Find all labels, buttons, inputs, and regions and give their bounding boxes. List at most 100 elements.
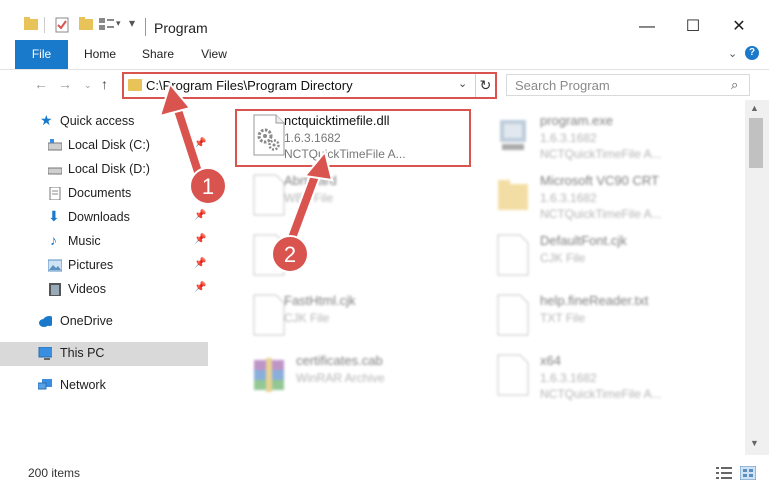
folder-icon — [24, 17, 38, 30]
tab-view[interactable]: View — [196, 40, 232, 69]
sidebar-item-local-disk-c[interactable]: Local Disk (C:) 📌 — [0, 134, 210, 158]
drive-icon — [48, 139, 62, 151]
pin-icon: 📌 — [194, 258, 207, 269]
close-button[interactable]: ✕ — [716, 14, 762, 40]
search-placeholder: Search Program — [515, 78, 610, 93]
star-icon: ★ — [40, 112, 53, 128]
blank-file-icon — [253, 234, 285, 276]
file-tile-program-exe[interactable]: program.exe 1.6.3.1682 NCTQuickTimeFile … — [482, 106, 742, 166]
pictures-icon — [48, 259, 62, 272]
documents-icon — [49, 187, 61, 200]
cloud-icon — [39, 316, 52, 327]
scroll-thumb[interactable] — [749, 118, 763, 168]
scroll-down-icon[interactable]: ▼ — [750, 438, 759, 448]
folder-icon — [498, 180, 528, 210]
address-row: ← → ⌄ ↑ C:\Program Files\Program Directo… — [0, 70, 769, 100]
sidebar-item-label: Documents — [68, 186, 132, 200]
blank-file-icon — [253, 174, 285, 216]
new-folder-icon[interactable] — [79, 17, 93, 31]
pin-icon: 📌 — [194, 210, 207, 221]
window-title: Program — [154, 20, 208, 36]
file-version: 1.6.3.1682 — [540, 131, 597, 145]
file-tile-fasthtml-cjk[interactable]: FastHtml.cjk CJK File — [238, 286, 498, 346]
sidebar-item-label: Music — [68, 234, 101, 248]
customize-icon[interactable] — [99, 17, 115, 31]
chevron-down-icon[interactable]: ⌄ — [458, 77, 467, 90]
pin-icon: 📌 — [194, 138, 207, 149]
divider — [145, 18, 146, 36]
back-arrow-icon[interactable]: ← — [34, 76, 48, 92]
quick-access-dropdown-icon[interactable]: ▾ — [129, 16, 135, 30]
address-path[interactable]: C:\Program Files\Program Directory — [146, 78, 353, 93]
maximize-button[interactable]: ☐ — [670, 14, 716, 40]
sidebar-item-label: Quick access — [60, 114, 135, 128]
blank-file-icon — [497, 294, 529, 336]
file-name: certificates.cab — [296, 353, 383, 368]
file-tile-defaultfont-cjk[interactable]: DefaultFont.cjk CJK File — [482, 226, 742, 286]
file-tile-hidden-cjk[interactable] — [238, 226, 498, 286]
file-type: CJK File — [284, 311, 330, 325]
winrar-icon — [254, 358, 284, 392]
sidebar-item-quick-access[interactable]: ★ Quick access — [0, 110, 210, 134]
network-icon — [38, 379, 52, 390]
file-description: NCTQuickTimeFile A... — [540, 207, 662, 221]
file-tile-microsoft-vc90-crt[interactable]: Microsoft VC90 CRT 1.6.3.1682 NCTQuickTi… — [482, 166, 742, 226]
title-bar: ▾ ▾ Program — ☐ ✕ — [0, 0, 769, 40]
sidebar-item-label: Local Disk (D:) — [68, 162, 150, 176]
expand-ribbon-icon[interactable]: ⌄ — [728, 47, 737, 60]
properties-icon[interactable] — [55, 17, 69, 33]
navigation-pane: ★ Quick access Local Disk (C:) 📌 Local D… — [0, 100, 210, 460]
pin-icon: 📌 — [194, 234, 207, 245]
sidebar-item-music[interactable]: ♪ Music 📌 — [0, 230, 210, 254]
file-type: TXT File — [540, 311, 586, 325]
tab-home[interactable]: Home — [80, 40, 120, 69]
file-tile-abrt-card[interactable]: Abrt.card WBT File — [238, 166, 498, 226]
computer-icon — [38, 347, 52, 360]
file-name: Microsoft VC90 CRT — [540, 173, 659, 188]
scroll-up-icon[interactable]: ▲ — [750, 103, 759, 113]
address-bar[interactable]: C:\Program Files\Program Directory ⌄ ↻ — [122, 72, 497, 99]
minimize-button[interactable]: — — [624, 14, 670, 40]
file-name: program.exe — [540, 113, 613, 128]
sidebar-item-local-disk-d[interactable]: Local Disk (D:) — [0, 158, 210, 182]
file-tile-certificates-cab[interactable]: certificates.cab WinRAR Archive — [238, 346, 498, 406]
sidebar-item-network[interactable]: Network — [0, 374, 210, 398]
help-icon[interactable]: ? — [745, 46, 759, 60]
chevron-down-icon[interactable]: ▾ — [116, 18, 121, 29]
forward-arrow-icon[interactable]: → — [58, 76, 72, 92]
sidebar-item-label: Network — [60, 378, 106, 392]
file-type: WinRAR Archive — [296, 371, 385, 385]
details-view-icon[interactable] — [716, 466, 732, 480]
file-tile-x64[interactable]: x64 1.6.3.1682 NCTQuickTimeFile A... — [482, 346, 742, 406]
recent-locations-icon[interactable]: ⌄ — [84, 80, 92, 91]
large-icons-view-icon[interactable] — [740, 466, 756, 480]
pin-icon: 📌 — [194, 282, 207, 293]
dll-highlight-box — [235, 109, 471, 167]
refresh-icon[interactable]: ↻ — [475, 74, 495, 97]
sidebar-item-videos[interactable]: Videos 📌 — [0, 278, 210, 302]
blank-file-icon — [253, 294, 285, 336]
sidebar-item-onedrive[interactable]: OneDrive — [0, 310, 210, 334]
file-name: DefaultFont.cjk — [540, 233, 627, 248]
tab-file[interactable]: File — [15, 40, 68, 69]
exe-icon — [500, 120, 526, 150]
vertical-scrollbar[interactable]: ▲ ▼ — [745, 100, 769, 455]
up-arrow-icon[interactable]: ↑ — [101, 76, 108, 92]
file-description: NCTQuickTimeFile A... — [540, 147, 662, 161]
file-tile-help-finereader-txt[interactable]: help.fineReader.txt TXT File — [482, 286, 742, 346]
search-icon[interactable]: ⌕ — [731, 77, 738, 93]
file-name: FastHtml.cjk — [284, 293, 356, 308]
sidebar-item-documents[interactable]: Documents — [0, 182, 210, 206]
sidebar-item-label: Local Disk (C:) — [68, 138, 150, 152]
sidebar-item-pictures[interactable]: Pictures 📌 — [0, 254, 210, 278]
file-name: help.fineReader.txt — [540, 293, 649, 308]
music-icon: ♪ — [50, 232, 57, 248]
search-input[interactable]: Search Program ⌕ — [506, 74, 750, 96]
file-description: NCTQuickTimeFile A... — [540, 387, 662, 401]
tab-share[interactable]: Share — [138, 40, 178, 69]
sidebar-item-label: Downloads — [68, 210, 130, 224]
videos-icon — [49, 283, 61, 296]
sidebar-item-label: Videos — [68, 282, 106, 296]
sidebar-item-this-pc[interactable]: This PC — [0, 342, 208, 366]
sidebar-item-downloads[interactable]: ⬇ Downloads 📌 — [0, 206, 210, 230]
